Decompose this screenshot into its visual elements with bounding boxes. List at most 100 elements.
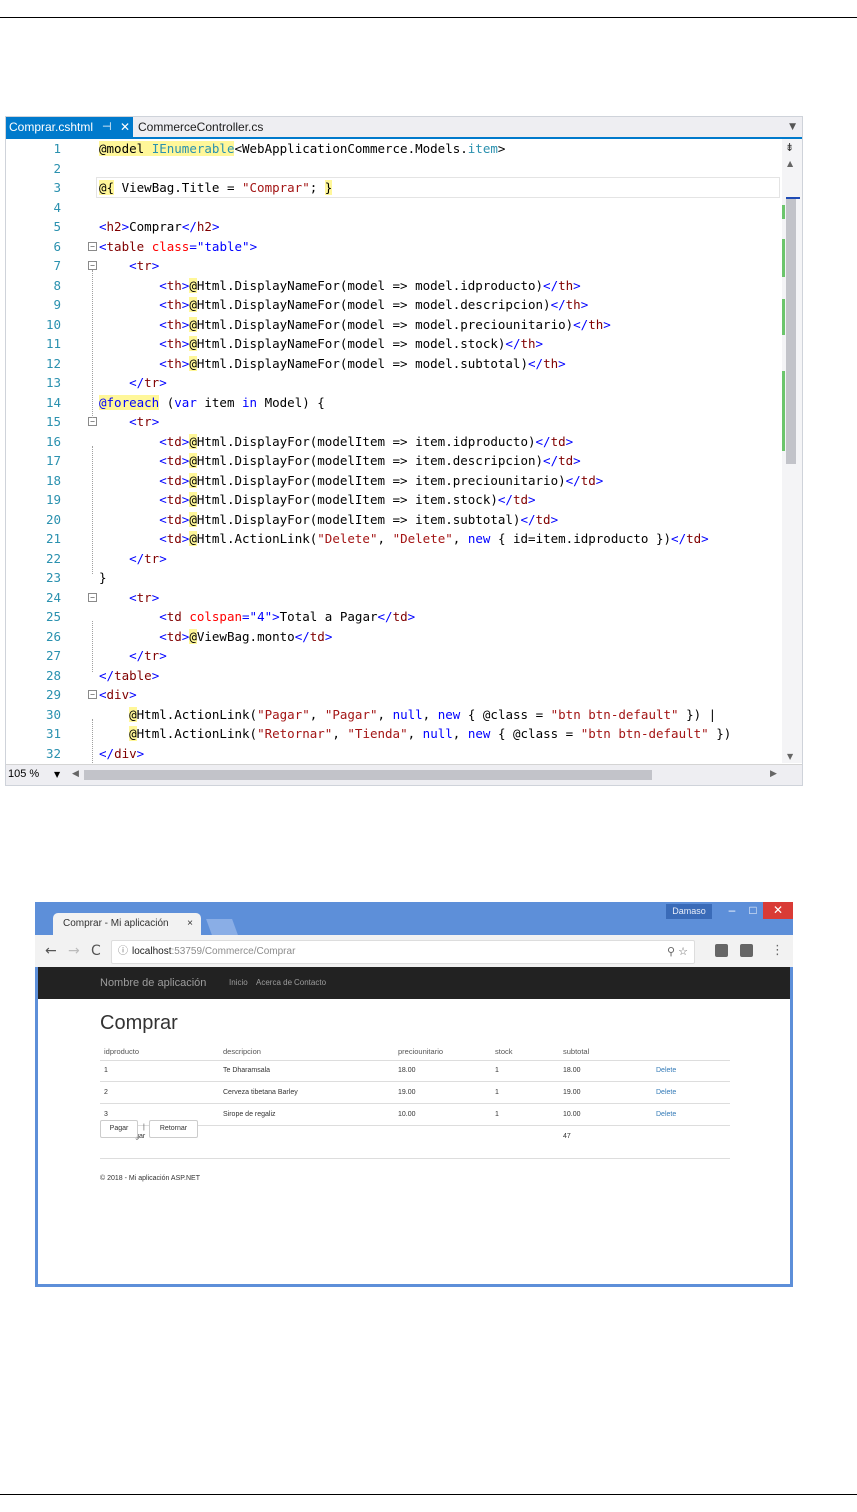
code-token: th [166,316,182,332]
code-token: th [558,277,574,293]
pin-icon[interactable]: ⊣ [102,117,112,137]
code-token: > [129,687,137,702]
code-token: < [99,219,107,234]
forward-icon[interactable]: → [68,942,80,960]
table-cell: 3 [104,1111,108,1118]
code-token: < [99,258,137,273]
browser-tab[interactable]: Comprar - Mi aplicación × [53,913,201,935]
split-icon[interactable]: ⇟ [785,141,794,154]
code-token: > [272,609,280,624]
code-token: in [242,394,258,410]
close-window-button[interactable]: ✕ [763,902,793,919]
code-token: < [99,297,167,312]
info-icon[interactable]: ⓘ [118,941,128,963]
code-text: <tr> [99,588,159,608]
code-token: <WebApplicationCommerce.Models. [234,141,468,156]
extension-icon[interactable] [715,944,728,957]
pagar-button[interactable]: Pagar [100,1120,138,1138]
retornar-button[interactable]: Retornar [149,1120,198,1138]
scroll-down-icon[interactable]: ▼ [787,752,793,761]
code-token: { id=item.idproducto }) [490,531,672,546]
code-token: null [392,706,423,722]
fold-toggle-icon[interactable]: − [88,690,97,699]
web-page: Nombre de aplicación Inicio Acerca de Co… [38,967,790,1284]
code-line: 17 <td>@Html.DisplayFor(modelItem => ite… [6,451,780,471]
scroll-left-icon[interactable]: ◀ [72,766,79,783]
delete-link[interactable]: Delete [656,1088,676,1098]
scroll-up-icon[interactable]: ▲ [787,159,793,168]
code-line: 16 <td>@Html.DisplayFor(modelItem => ite… [6,432,780,452]
code-token: item [467,141,498,156]
code-token: < [99,414,137,429]
code-text: </div> [99,744,144,764]
code-token: Html.DisplayFor(modelItem => item.idprod… [196,433,536,449]
code-token: < [99,238,107,254]
extension-icon[interactable] [740,944,753,957]
address-bar[interactable]: ⓘ localhost:53759/Commerce/Comprar ⚲ ☆ [111,940,695,964]
code-token: "Retornar" [257,726,333,741]
code-token: "Pagar" [324,706,378,722]
minimize-button[interactable]: – [721,902,743,919]
code-text: @Html.ActionLink("Retornar", "Tienda", n… [99,724,731,744]
chevron-down-icon[interactable]: ▼ [54,766,60,783]
code-token: td [166,472,182,488]
code-area[interactable]: 1 @model IEnumerable<WebApplicationCommer… [6,139,780,769]
fold-toggle-icon[interactable]: − [88,261,97,270]
code-token: @ [189,316,197,332]
fold-toggle-icon[interactable]: − [88,241,97,251]
code-text: <td>@Html.DisplayFor(modelItem => item.p… [99,471,603,491]
nav-link-contacto[interactable]: Contacto [294,967,326,999]
code-token: > [573,277,581,293]
code-token: new [467,531,491,546]
code-token: tr [136,589,152,605]
code-token: < [99,511,167,527]
code-token: @ [189,511,197,527]
code-token: </ [99,375,145,390]
horizontal-scrollbar-thumb[interactable] [84,770,652,780]
nav-link-inicio[interactable]: Inicio [229,967,248,999]
code-token: h2 [196,219,212,234]
new-tab-button[interactable] [206,919,238,935]
code-text: <th>@Html.DisplayNameFor(model => model.… [99,354,566,374]
code-token: td [166,492,182,507]
line-number: 15 [45,414,61,429]
code-line: 32 </div> [6,744,780,764]
code-token: @ [189,336,197,351]
code-text: <th>@Html.DisplayNameFor(model => model.… [99,295,588,315]
line-number: 20 [45,511,61,527]
code-token: "Delete" [392,531,453,546]
reload-icon[interactable]: C [91,942,101,960]
tab-comprar-cshtml[interactable]: Comprar.cshtml ⊣ ✕ [6,117,133,137]
code-text: <td>@Html.DisplayFor(modelItem => item.i… [99,432,573,452]
code-line: 23} [6,568,780,588]
profile-button[interactable]: Damaso [666,904,712,919]
scroll-right-icon[interactable]: ▶ [770,766,777,783]
maximize-button[interactable]: □ [743,902,763,919]
delete-link[interactable]: Delete [656,1066,676,1076]
table-cell: 19.00 [563,1089,581,1096]
line-number: 22 [45,550,61,566]
vertical-scrollbar[interactable]: ⇟ ▲ ▼ [782,139,802,763]
code-line: 6 <table class="table"> [6,237,780,257]
navbar: Nombre de aplicación Inicio Acerca de Co… [38,967,790,999]
fold-toggle-icon[interactable]: − [88,592,97,602]
code-token: > [151,667,160,683]
close-icon[interactable]: ✕ [120,117,130,137]
menu-icon[interactable]: ⋮ [771,942,784,960]
zoom-star-icons[interactable]: ⚲ ☆ [667,941,688,963]
line-number: 6 [53,238,61,254]
tab-commercecontroller-cs[interactable]: CommerceController.cs [138,117,263,137]
fold-toggle-icon[interactable]: − [88,417,97,426]
code-text: <td>@Html.DisplayFor(modelItem => item.s… [99,490,536,510]
back-icon[interactable]: ← [45,942,57,960]
caret-marker [786,197,800,199]
code-token: td [166,433,182,449]
code-token: ; [309,180,325,195]
delete-link[interactable]: Delete [656,1110,676,1120]
close-tab-icon[interactable]: × [187,913,193,935]
nav-link-acerca[interactable]: Acerca de [256,967,292,999]
tab-dropdown-icon[interactable]: ▼ [789,117,796,137]
scrollbar-thumb[interactable] [786,199,796,464]
code-token: @ [129,726,137,741]
navbar-brand[interactable]: Nombre de aplicación [100,967,206,999]
